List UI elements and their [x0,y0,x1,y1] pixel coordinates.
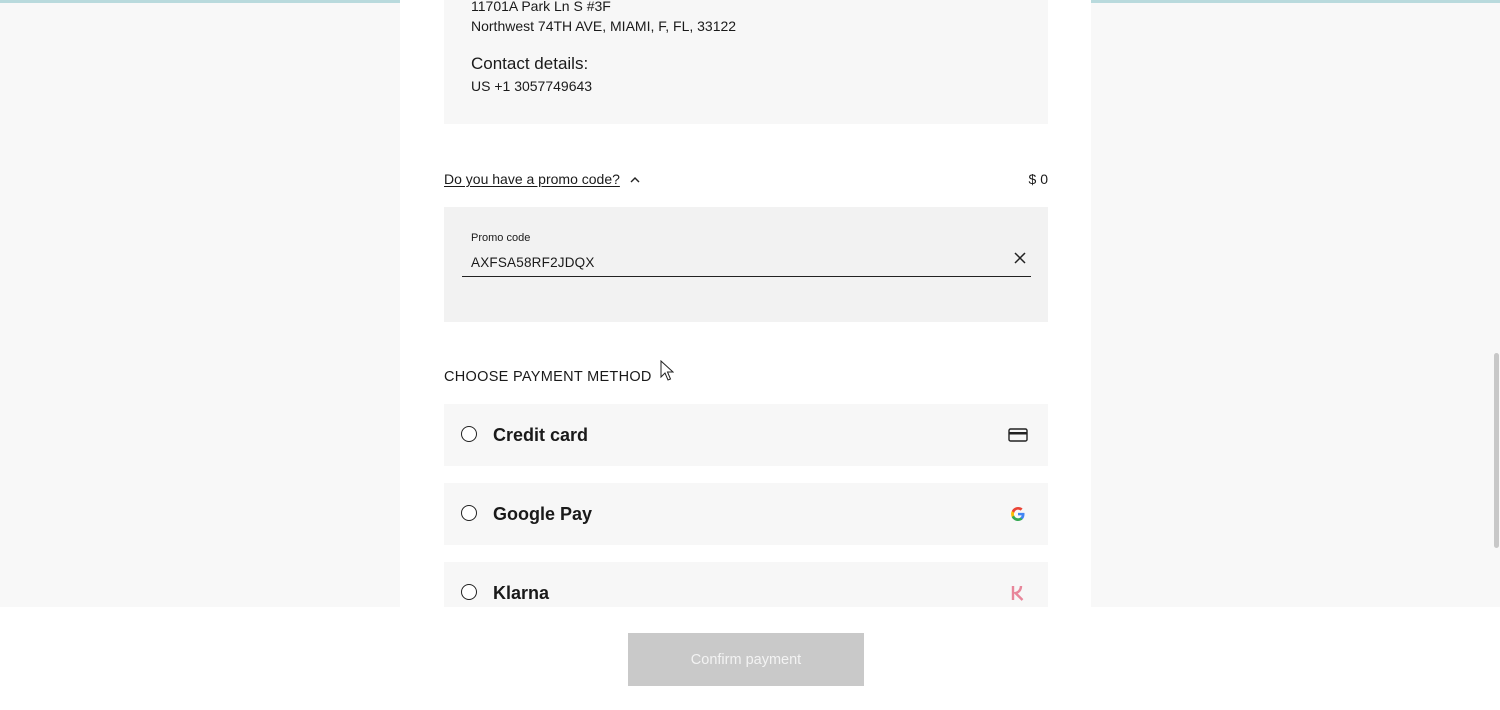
checkout-column: 11701A Park Ln S #3F Northwest 74TH AVE,… [400,0,1091,607]
payment-option-label: Klarna [493,583,550,603]
shipping-address-box: 11701A Park Ln S #3F Northwest 74TH AVE,… [444,0,1048,124]
payment-method-heading: CHOOSE PAYMENT METHOD [444,369,652,385]
payment-option-google-pay[interactable]: Google Pay [444,483,1048,545]
mouse-cursor-icon [660,360,674,381]
radio-klarna[interactable] [461,584,477,600]
promo-discount-amount: $ 0 [1028,171,1048,187]
page-background-left [0,3,400,607]
klarna-icon [1007,584,1029,602]
payment-option-klarna[interactable]: Klarna [444,562,1048,607]
page-scrollbar[interactable] [1492,3,1500,607]
scrollbar-thumb[interactable] [1494,353,1499,548]
chevron-up-icon [629,173,641,185]
contact-phone: US +1 3057749643 [471,78,593,94]
radio-credit-card[interactable] [461,426,477,442]
promo-code-toggle[interactable]: Do you have a promo code? [444,171,641,187]
address-line-2: Northwest 74TH AVE, MIAMI, F, FL, 33122 [471,18,737,34]
radio-google-pay[interactable] [461,505,477,521]
credit-card-icon [1007,426,1029,444]
google-icon [1007,505,1029,523]
promo-code-toggle-label: Do you have a promo code? [444,171,620,187]
payment-option-label: Credit card [493,425,589,445]
confirm-payment-button[interactable]: Confirm payment [628,633,864,686]
payment-option-credit-card[interactable]: Credit card [444,404,1048,466]
promo-code-label: Promo code [471,232,531,244]
checkout-footer: Confirm payment [0,607,1500,710]
contact-details-title: Contact details: [471,54,589,73]
payment-option-label: Google Pay [493,504,593,524]
promo-code-input[interactable] [462,249,1031,277]
page-background-right [1091,3,1500,607]
promo-code-panel: Promo code [444,207,1048,322]
address-line-1: 11701A Park Ln S #3F [471,0,611,14]
clear-icon[interactable] [1012,250,1028,266]
